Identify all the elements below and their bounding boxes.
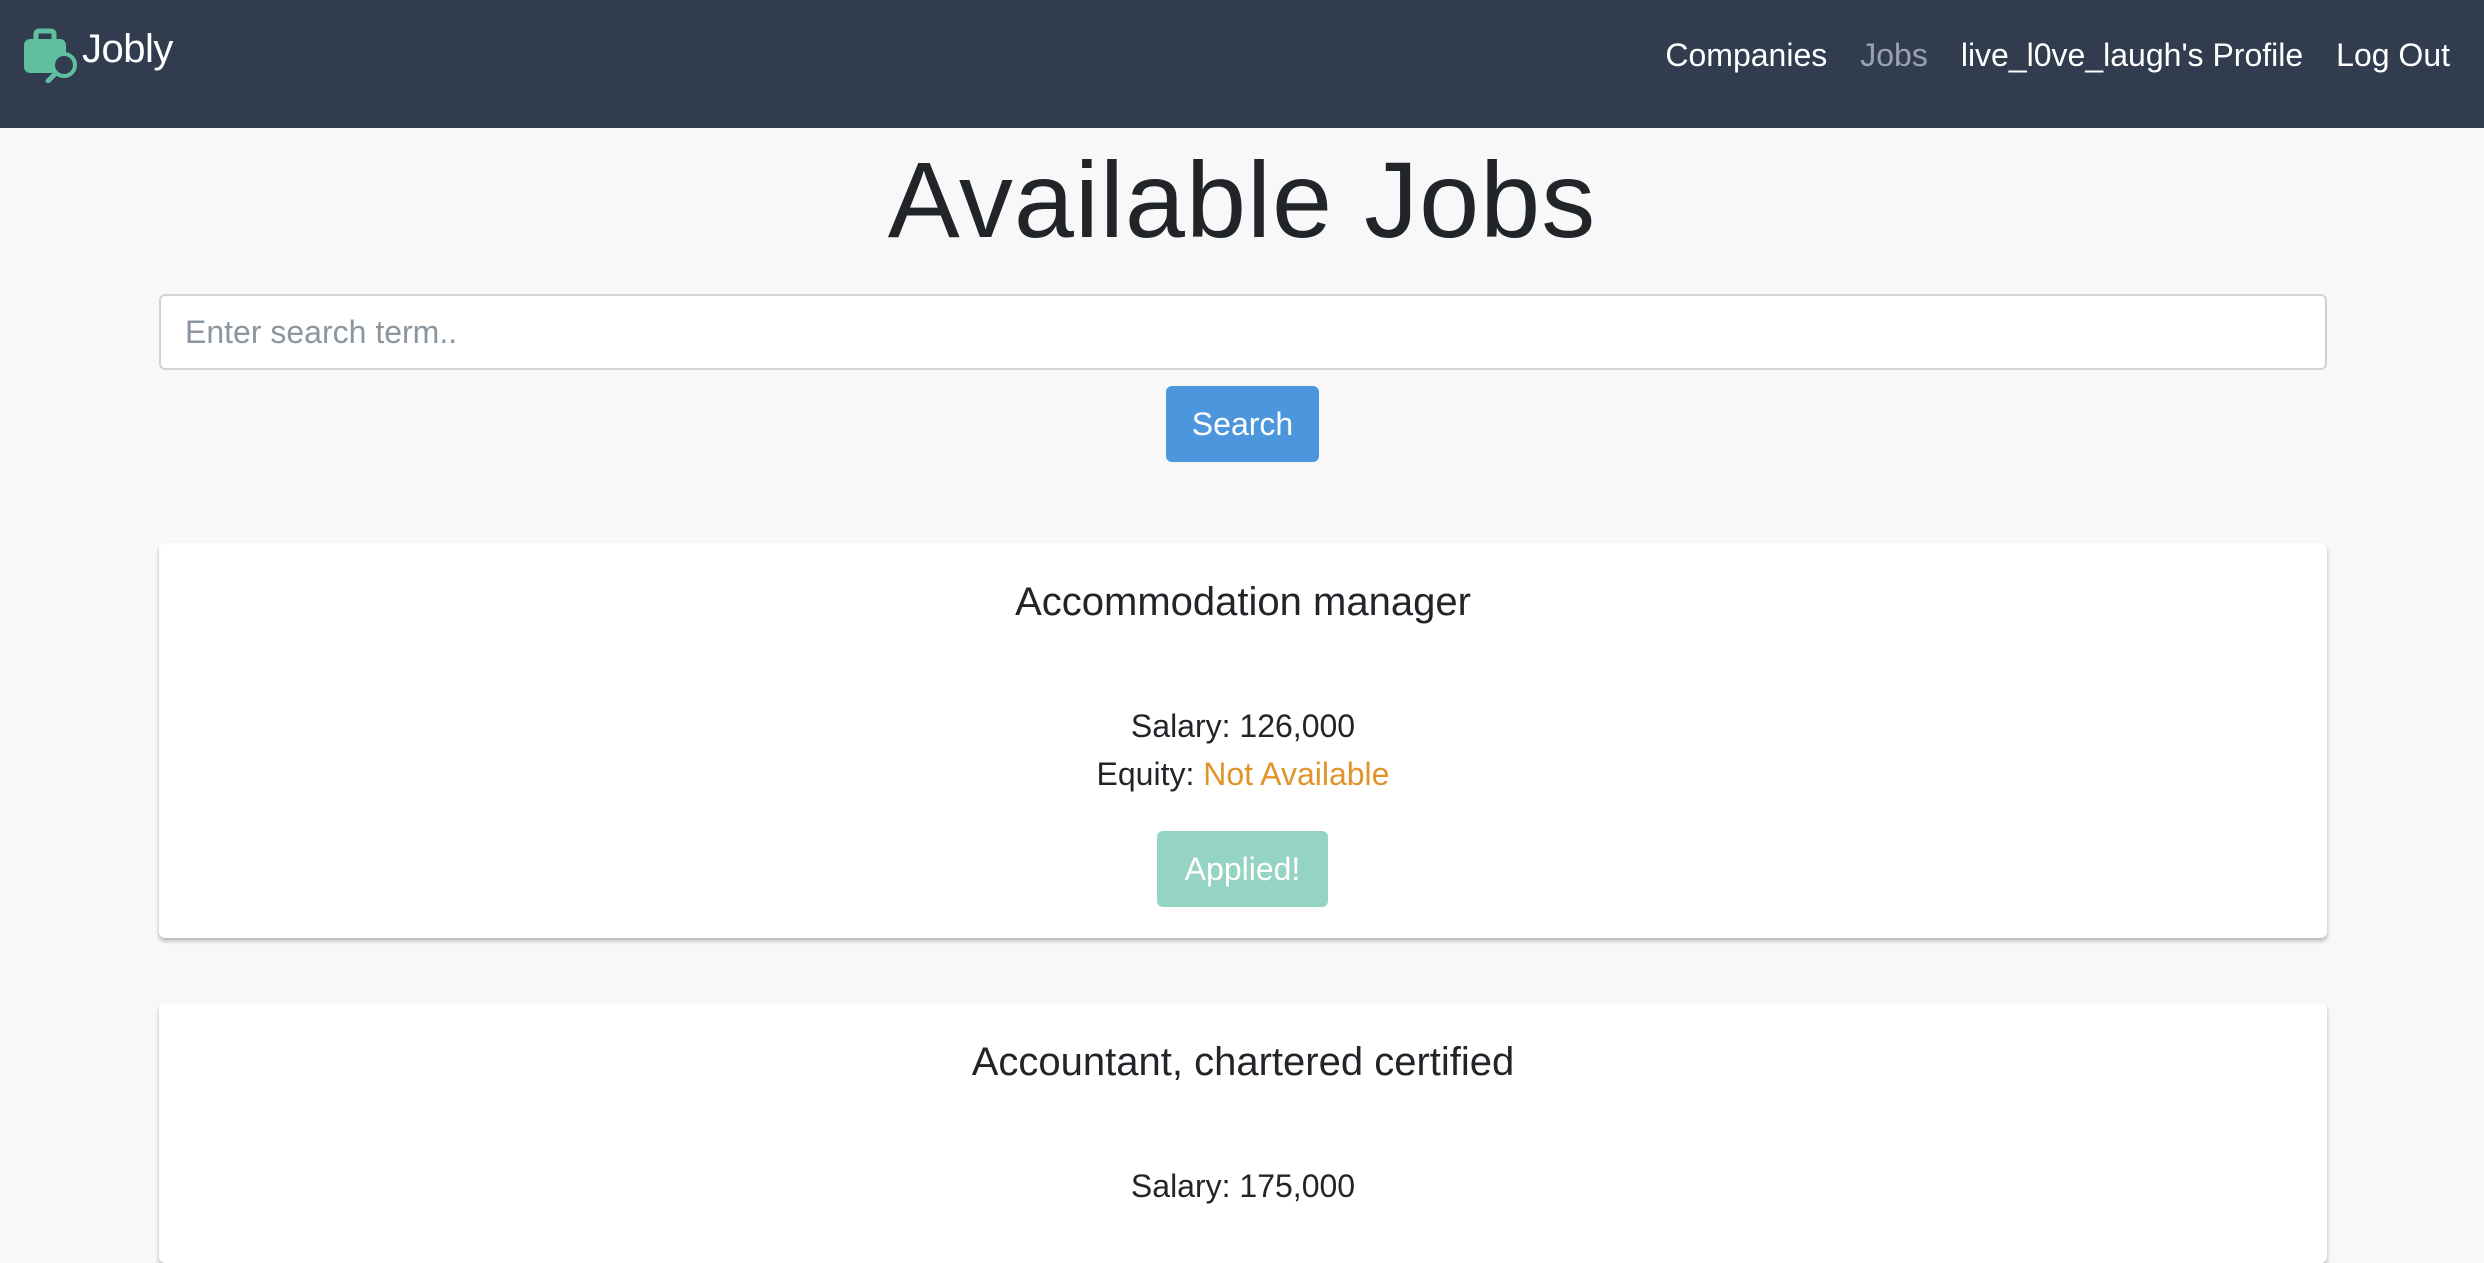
- brand-name: Jobly: [82, 26, 173, 71]
- job-salary: Salary: 175,000: [159, 1165, 2327, 1207]
- search-button[interactable]: Search: [1166, 386, 1319, 462]
- equity-value: Not Available: [1203, 756, 1390, 792]
- page-title: Available Jobs: [887, 139, 1597, 260]
- search-input[interactable]: [159, 294, 2327, 370]
- job-title: Accountant, chartered certified: [971, 1040, 1515, 1084]
- brand-link[interactable]: Jobly: [22, 24, 173, 84]
- navbar: Jobly Companies Jobs live_l0ve_laugh's P…: [0, 0, 2484, 128]
- nav-link-jobs[interactable]: Jobs: [1860, 37, 1928, 74]
- nav-link-logout[interactable]: Log Out: [2336, 37, 2450, 74]
- nav-link-profile[interactable]: live_l0ve_laugh's Profile: [1961, 37, 2303, 74]
- job-card: Accountant, chartered certified Salary: …: [159, 1003, 2327, 1263]
- job-salary: Salary: 126,000: [159, 705, 2327, 747]
- salary-label: Salary:: [1130, 1168, 1240, 1204]
- salary-value: 175,000: [1239, 1168, 1356, 1204]
- job-title: Accommodation manager: [1015, 580, 1471, 624]
- nav-link-companies[interactable]: Companies: [1665, 37, 1827, 74]
- job-equity: Equity: Not Available: [159, 753, 2327, 795]
- applied-button[interactable]: Applied!: [1157, 831, 1328, 907]
- briefcase-search-icon: [24, 28, 77, 83]
- nav-links: Companies Jobs live_l0ve_laugh's Profile…: [1632, 30, 2450, 80]
- salary-value: 126,000: [1239, 708, 1356, 744]
- job-card: Accommodation manager Salary: 126,000 Eq…: [159, 543, 2327, 938]
- equity-label: Equity:: [1096, 756, 1204, 792]
- salary-label: Salary:: [1130, 708, 1240, 744]
